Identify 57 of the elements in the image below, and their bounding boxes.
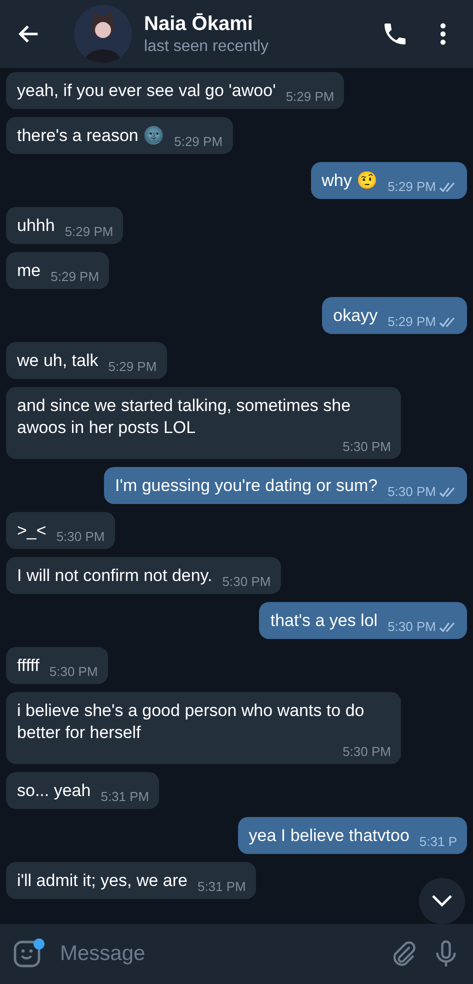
last-seen-status: last seen recently bbox=[144, 38, 270, 56]
chevron-down-icon bbox=[431, 894, 453, 908]
message-bubble[interactable]: there's a reason 🌚 5:29 PM bbox=[6, 117, 233, 154]
message-text: yea I believe thatvtoo bbox=[248, 825, 410, 847]
message-time: 5:29 PM bbox=[174, 134, 223, 150]
message-time: 5:29 PM bbox=[286, 89, 334, 105]
message-time: 5:31 P bbox=[419, 834, 457, 850]
message-text: >_< bbox=[17, 520, 46, 542]
message-time: 5:29 PM bbox=[388, 179, 436, 195]
message-bubble[interactable]: yea I believe thatvtoo 5:31 P bbox=[238, 817, 467, 854]
message-time: 5:30 PM bbox=[388, 619, 436, 635]
message-text: I will not confirm not deny. bbox=[17, 565, 212, 587]
message-time: 5:29 PM bbox=[388, 314, 436, 330]
message-text: and since we started talking, sometimes she awoos in her posts LOL bbox=[17, 395, 352, 439]
message-bubble[interactable]: okayy 5:29 PM bbox=[322, 297, 467, 334]
message-bubble[interactable]: why 🤨 5:29 PM bbox=[310, 162, 467, 199]
message-time: 5:29 PM bbox=[108, 359, 157, 375]
message-time: 5:29 PM bbox=[64, 224, 114, 240]
message-time: 5:30 PM bbox=[342, 744, 391, 760]
message-bubble[interactable]: i believe she's a good person who wants to do better for herself 5:30 PM bbox=[6, 692, 401, 764]
message-bubble[interactable]: uhhh 5:29 PM bbox=[6, 207, 124, 244]
message-text: that's a yes lol bbox=[270, 610, 378, 632]
message-bubble[interactable]: and since we started talking, sometimes she awoos in her posts LOL 5:30 PM bbox=[6, 387, 401, 459]
message-text: fffff bbox=[17, 655, 40, 677]
message-bubble[interactable]: so... yeah 5:31 PM bbox=[6, 772, 160, 809]
message-time: 5:31 PM bbox=[100, 789, 150, 805]
message-bubble[interactable]: i'll admit it; yes, we are 5:31 PM bbox=[6, 862, 256, 899]
message-composer[interactable]: Message bbox=[0, 924, 473, 984]
message-time: 5:30 PM bbox=[388, 484, 436, 500]
message-text: we uh, talk bbox=[17, 350, 98, 372]
message-text: i'll admit it; yes, we are bbox=[17, 870, 188, 892]
message-bubble[interactable]: I'm guessing you're dating or sum? 5:30 PM bbox=[104, 467, 467, 504]
message-time: 5:30 PM bbox=[56, 529, 105, 545]
message-text: so... yeah bbox=[17, 780, 91, 802]
message-bubble[interactable]: >_< 5:30 PM bbox=[6, 512, 115, 549]
message-text: there's a reason 🌚 bbox=[17, 125, 164, 147]
message-time: 5:29 PM bbox=[50, 269, 100, 285]
message-text: i believe she's a good person who wants to do better for herself bbox=[17, 700, 366, 744]
message-time: 5:31 PM bbox=[197, 879, 246, 895]
message-input[interactable]: Message bbox=[58, 941, 377, 967]
message-text: why 🤨 bbox=[322, 170, 378, 192]
message-bubble[interactable]: I will not confirm not deny. 5:30 PM bbox=[6, 557, 281, 594]
message-bubble[interactable]: that's a yes lol 5:30 PM bbox=[259, 602, 467, 639]
message-bubble[interactable]: fffff 5:30 PM bbox=[6, 647, 108, 684]
message-text: me bbox=[17, 260, 41, 282]
message-bubble[interactable]: yeah, if you ever see val go 'awoo' 5:29 PM bbox=[6, 72, 344, 109]
message-time: 5:30 PM bbox=[222, 574, 271, 590]
message-text: uhhh bbox=[17, 215, 55, 237]
contact-name: Naia Ōkami bbox=[144, 12, 254, 36]
message-bubble[interactable]: me 5:29 PM bbox=[6, 252, 110, 289]
message-time: 5:30 PM bbox=[342, 439, 391, 455]
message-text: I'm guessing you're dating or sum? bbox=[115, 475, 378, 497]
message-time: 5:30 PM bbox=[49, 664, 98, 680]
scroll-down-button[interactable] bbox=[419, 878, 465, 924]
message-text: okayy bbox=[333, 305, 378, 327]
message-text: yeah, if you ever see val go 'awoo' bbox=[17, 80, 276, 102]
message-bubble[interactable]: we uh, talk 5:29 PM bbox=[6, 342, 167, 379]
